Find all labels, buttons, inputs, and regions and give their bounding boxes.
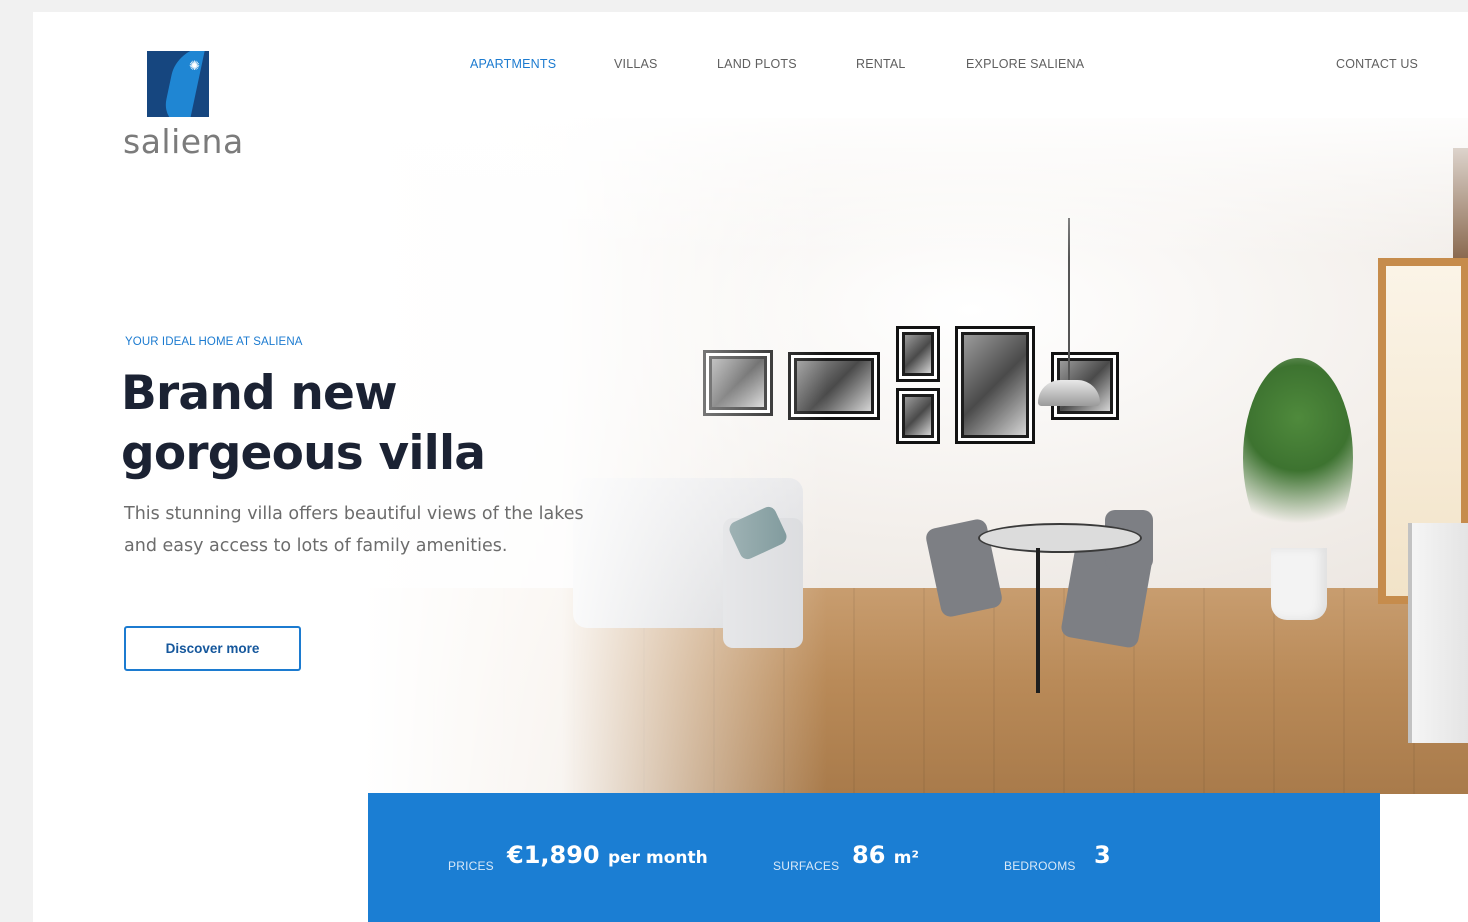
surfaces-label: SURFACES [773,859,840,873]
prices-unit: per month [607,848,708,868]
logo-mark: ✺ [147,51,209,117]
nav-rental[interactable]: RENTAL [856,57,906,71]
surfaces-unit: m² [893,848,919,868]
page: ✺ saliena APARTMENTS VILLAS LAND PLOTS R… [33,12,1468,922]
hero-description: This stunning villa offers beautiful vie… [124,504,584,556]
nav-contact-us[interactable]: CONTACT US [1336,57,1418,71]
prices-value: €1,890 per month [507,841,708,869]
bedrooms-label: BEDROOMS [1004,859,1076,873]
bedrooms-value: 3 [1094,841,1111,869]
surfaces-value: 86 m² [852,841,919,869]
sun-icon: ✺ [189,58,200,73]
surfaces-amount: 86 [852,841,886,869]
hero-headline: Brand new gorgeous villa [121,366,486,481]
nav-explore-saliena[interactable]: EXPLORE SALIENA [966,57,1084,71]
stats-bar: PRICES €1,890 per month SURFACES 86 m² B… [368,793,1380,922]
hero-eyebrow: YOUR IDEAL HOME AT SALIENA [125,336,303,348]
saliena-logo[interactable]: ✺ saliena [123,50,248,170]
nav-land-plots[interactable]: LAND PLOTS [717,57,797,71]
nav-apartments[interactable]: APARTMENTS [470,57,556,71]
prices-amount: €1,890 [507,841,600,869]
logo-wordmark: saliena [123,122,244,161]
prices-label: PRICES [448,859,494,873]
nav-villas[interactable]: VILLAS [614,57,658,71]
discover-more-button[interactable]: Discover more [124,626,301,671]
